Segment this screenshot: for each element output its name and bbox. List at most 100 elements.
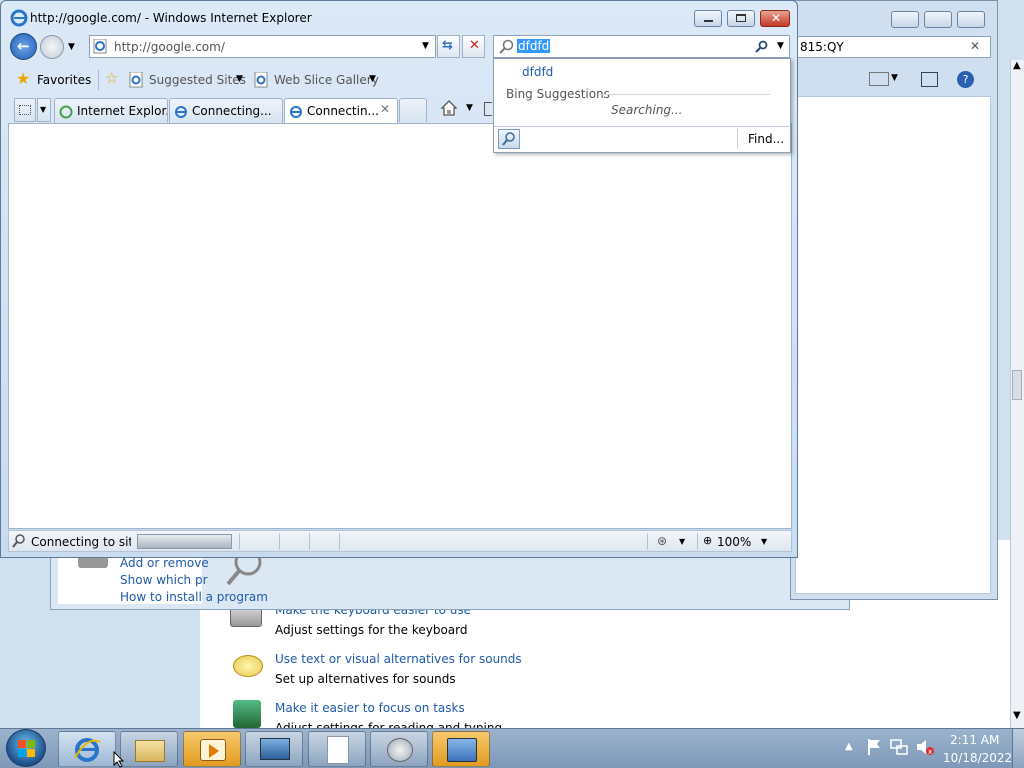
window-title: http://google.com/ - Windows Internet Ex…: [30, 11, 312, 25]
suggested-sites-button[interactable]: Suggested Sites: [149, 73, 246, 87]
history-dropdown-icon[interactable]: ▼: [68, 42, 75, 52]
refresh-button[interactable]: ⇆: [437, 35, 460, 58]
divider: [600, 94, 770, 95]
feeds-icon[interactable]: [484, 102, 492, 116]
taskbar-media-player[interactable]: [183, 731, 241, 767]
search-box[interactable]: dfdfd ▼: [493, 35, 790, 58]
tab-internet-explorer[interactable]: Internet Explor...: [54, 98, 168, 124]
bg-scroll-thumb[interactable]: [1012, 370, 1022, 400]
divider: [239, 533, 240, 550]
taskbar-document[interactable]: [308, 731, 366, 767]
media-player-icon: [200, 739, 226, 761]
network-icon[interactable]: [890, 738, 908, 756]
cp-desc-keyboard: Adjust settings for the keyboard: [275, 623, 468, 637]
clock-time[interactable]: 2:11 AM: [950, 733, 999, 747]
taskbar-control-panel[interactable]: [432, 731, 490, 767]
divider: [494, 126, 790, 127]
home-icon[interactable]: [440, 99, 458, 117]
link-show-which[interactable]: Show which pr: [120, 573, 208, 587]
clock-date[interactable]: 10/18/2022: [943, 751, 1012, 765]
tab-label: Internet Explor...: [77, 104, 168, 118]
suggestion-item[interactable]: dfdfd: [522, 65, 553, 79]
tab-connecting-active[interactable]: Connectin... ✕: [284, 98, 398, 124]
maximize-button[interactable]: [727, 10, 755, 27]
stop-button[interactable]: ✕: [462, 35, 485, 58]
bg-view-chevron-icon[interactable]: ▼: [891, 73, 898, 83]
volume-muted-icon[interactable]: x: [915, 738, 935, 756]
tab-close-icon[interactable]: ✕: [380, 102, 390, 116]
find-button[interactable]: Find...: [748, 132, 784, 146]
zoom-icon[interactable]: ⊕: [703, 534, 712, 547]
cp-desc-sounds: Set up alternatives for sounds: [275, 672, 456, 686]
show-desktop-button[interactable]: [1012, 729, 1024, 768]
search-go-icon[interactable]: [755, 40, 769, 54]
minimize-button[interactable]: [694, 10, 722, 27]
home-chevron-icon[interactable]: ▼: [466, 103, 473, 113]
bg-close-button[interactable]: [957, 11, 985, 28]
suggested-sites-icon: [129, 72, 143, 88]
progress-fill: [138, 535, 231, 548]
start-button[interactable]: [6, 729, 46, 767]
search-options-icon[interactable]: ▼: [777, 41, 784, 51]
folder-icon: [135, 740, 165, 762]
bg-ie-content: [795, 96, 991, 594]
bg-scrollbar[interactable]: ▲ ▼: [1010, 60, 1024, 730]
address-bar[interactable]: http://google.com/ ▼: [89, 35, 436, 58]
protected-mode-icon[interactable]: ⊛: [657, 534, 667, 548]
address-dropdown-icon[interactable]: ▼: [422, 41, 429, 51]
cp-link-focus[interactable]: Make it easier to focus on tasks: [275, 701, 465, 715]
computer-icon: [260, 738, 290, 760]
taskbar-network[interactable]: [245, 731, 303, 767]
new-tab-button[interactable]: [399, 98, 427, 122]
taskbar-media-center[interactable]: [370, 731, 428, 767]
bg-view-icon[interactable]: [869, 72, 889, 86]
page-content: [8, 123, 792, 529]
divider: [697, 533, 698, 550]
web-slice-chevron-icon[interactable]: ▼: [369, 74, 376, 84]
bg-scroll-up-icon[interactable]: ▲: [1013, 60, 1021, 71]
bing-suggestions-label: Bing Suggestions: [506, 87, 610, 101]
protected-mode-chevron-icon[interactable]: ▼: [679, 537, 685, 546]
tab-connecting-1[interactable]: Connecting...: [169, 98, 283, 124]
mouse-cursor-icon: [113, 751, 125, 768]
search-suggestions-dropdown: dfdfd Bing Suggestions Searching... Find…: [493, 58, 791, 153]
find-search-button[interactable]: [498, 129, 520, 149]
bg-minimize-button[interactable]: [891, 11, 919, 28]
add-favorites-icon[interactable]: ☆: [105, 69, 118, 87]
show-hidden-icons[interactable]: ▲: [845, 741, 853, 752]
action-center-flag-icon[interactable]: [866, 738, 882, 756]
search-input[interactable]: dfdfd: [517, 39, 551, 53]
ie-icon: [74, 738, 101, 762]
link-how-to-install[interactable]: How to install a program: [120, 590, 268, 604]
suggested-sites-chevron-icon[interactable]: ▼: [236, 74, 243, 84]
zoom-level[interactable]: 100%: [717, 535, 751, 549]
tab-list-chevron-icon: ▼: [40, 105, 47, 114]
bg-pane-icon[interactable]: [921, 72, 938, 87]
search-icon: [499, 39, 514, 54]
tab-list-button[interactable]: ▼: [37, 98, 51, 122]
address-text[interactable]: http://google.com/: [114, 40, 225, 54]
bg-clear-icon[interactable]: ✕: [970, 39, 980, 53]
bg-help-icon[interactable]: ?: [957, 71, 974, 88]
quick-tabs-button[interactable]: [14, 98, 36, 122]
divider: [309, 533, 310, 550]
windows-logo-icon: [18, 740, 35, 757]
close-icon: ✕: [771, 11, 782, 25]
bg-address-bar[interactable]: 815:QY ✕: [791, 36, 991, 58]
bg-scroll-down-icon[interactable]: ▼: [1013, 710, 1021, 721]
loading-icon: [59, 105, 73, 119]
zoom-chevron-icon[interactable]: ▼: [761, 537, 767, 546]
taskbar-explorer[interactable]: [120, 731, 178, 767]
back-button[interactable]: ←: [10, 33, 37, 60]
bg-maximize-button[interactable]: [924, 11, 952, 28]
link-add-remove[interactable]: Add or remove: [120, 556, 209, 570]
web-slice-gallery-button[interactable]: Web Slice Gallery: [274, 73, 379, 87]
favorites-button[interactable]: Favorites: [37, 73, 91, 87]
cp-link-sounds[interactable]: Use text or visual alternatives for soun…: [275, 652, 522, 666]
bg-address-text: 815:QY: [800, 40, 844, 54]
taskbar-ie[interactable]: [58, 731, 116, 767]
user-task-icon: [233, 700, 261, 728]
quick-tabs-icon: [19, 105, 31, 115]
forward-button[interactable]: [40, 35, 64, 59]
close-button[interactable]: ✕: [760, 10, 790, 27]
